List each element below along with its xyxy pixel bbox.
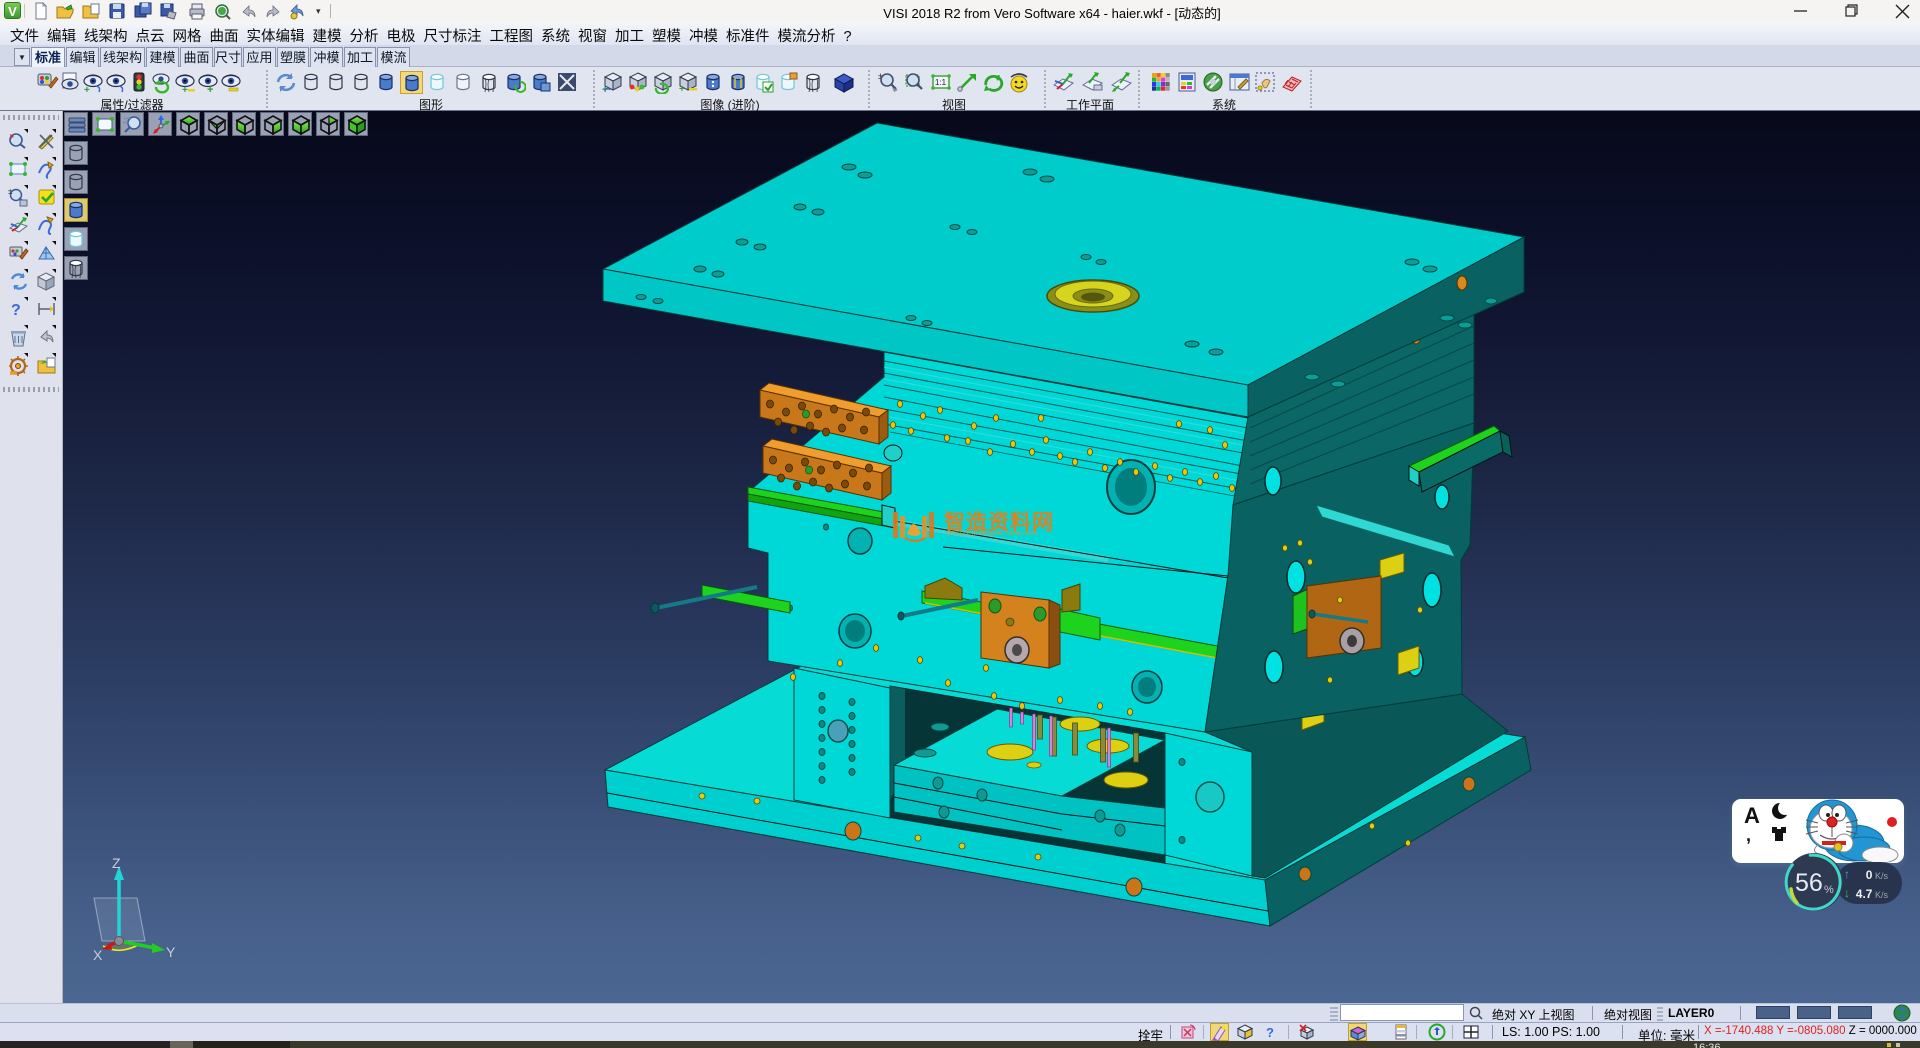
svg-text:56: 56 [1795, 869, 1823, 897]
svg-text:1:1: 1:1 [935, 78, 947, 87]
svg-text:%: % [1824, 884, 1834, 896]
svg-text:Y: Y [166, 944, 176, 960]
svg-text:?: ? [1266, 1025, 1274, 1040]
svg-text:+: + [84, 85, 90, 94]
svg-text:±: ± [8, 187, 13, 196]
svg-text:+: + [679, 84, 685, 94]
svg-text:Z: Z [112, 855, 121, 871]
svg-text:X: X [93, 947, 103, 963]
svg-text:?: ? [11, 302, 21, 319]
svg-text:+: + [182, 85, 188, 94]
svg-text:+: + [207, 84, 213, 94]
